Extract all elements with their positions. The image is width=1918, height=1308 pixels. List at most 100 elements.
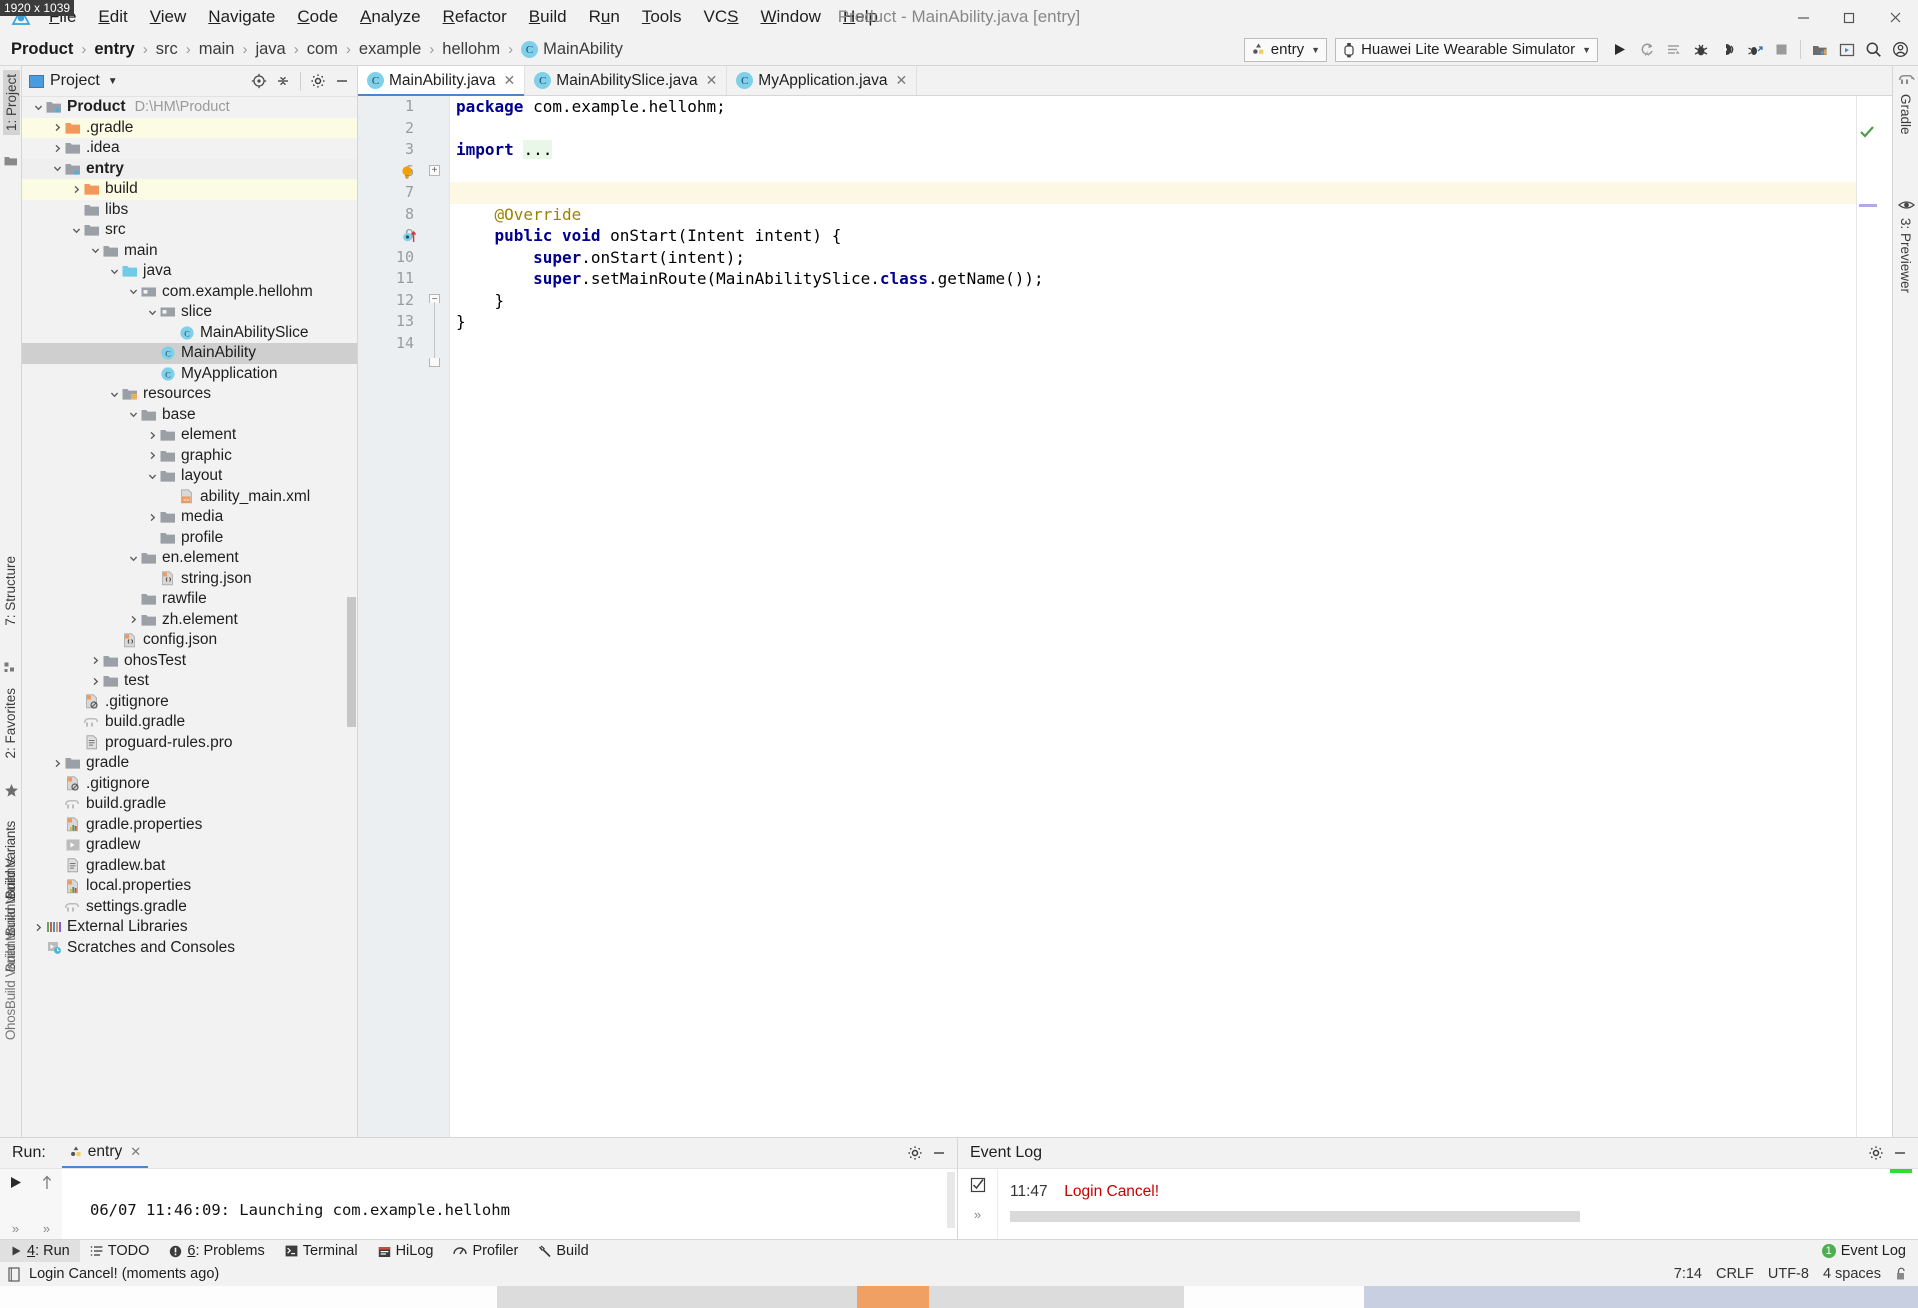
breadcrumb-item-hellohm[interactable]: hellohm bbox=[439, 40, 503, 59]
tree-node--idea[interactable]: .idea bbox=[22, 138, 357, 159]
tree-node-java[interactable]: java bbox=[22, 261, 357, 282]
chevron-right-icon[interactable] bbox=[51, 121, 64, 134]
tool-strip-profiler[interactable]: Profiler bbox=[443, 1240, 528, 1263]
code-line[interactable]: import ... bbox=[456, 139, 1856, 161]
run-with-coverage-icon[interactable] bbox=[1660, 36, 1687, 63]
tree-node-element[interactable]: element bbox=[22, 425, 357, 446]
chevron-down-icon[interactable] bbox=[127, 408, 140, 421]
stripe-mark-usage[interactable] bbox=[1859, 204, 1877, 207]
code-line[interactable]: super.setMainRoute(MainAbilitySlice.clas… bbox=[456, 268, 1856, 290]
editor-tab-mainability-java[interactable]: C MainAbility.java ✕ bbox=[358, 66, 526, 96]
status-message-group[interactable]: Login Cancel! (moments ago) bbox=[7, 1266, 219, 1282]
breadcrumb-item-main[interactable]: main bbox=[196, 40, 238, 59]
tool-strip-6-problems[interactable]: 6: Problems bbox=[159, 1240, 274, 1263]
chevron-right-icon[interactable] bbox=[146, 429, 159, 442]
tree-node-gradlew-bat[interactable]: gradlew.bat bbox=[22, 856, 357, 877]
caret-position[interactable]: 7:14 bbox=[1674, 1266, 1702, 1282]
tree-node-config-json[interactable]: config.json bbox=[22, 630, 357, 651]
tree-node-resources[interactable]: resources bbox=[22, 384, 357, 405]
tree-node-base[interactable]: base bbox=[22, 405, 357, 426]
tree-node-layout[interactable]: layout bbox=[22, 466, 357, 487]
tree-node-product[interactable]: Product D:\HM\Product bbox=[22, 97, 357, 118]
tree-node-proguard-rules-pro[interactable]: proguard-rules.pro bbox=[22, 733, 357, 754]
device-selector[interactable]: Huawei Lite Wearable Simulator ▼ bbox=[1335, 37, 1598, 62]
line-number[interactable]: 12 bbox=[358, 290, 422, 312]
tool-strip-4-run[interactable]: 4: Run bbox=[0, 1239, 80, 1263]
editor-tab-mainabilityslice-java[interactable]: C MainAbilitySlice.java ✕ bbox=[525, 66, 728, 95]
code-line[interactable] bbox=[456, 118, 1856, 140]
menu-item-vcs[interactable]: VCS bbox=[693, 4, 750, 30]
strip-item-ohosbuild-variants[interactable]: OhosBuild Variants bbox=[3, 931, 18, 1040]
tree-node-media[interactable]: media bbox=[22, 507, 357, 528]
account-icon[interactable] bbox=[1887, 36, 1914, 63]
line-separator[interactable]: CRLF bbox=[1716, 1266, 1754, 1282]
strip-item-structure[interactable]: 7: Structure bbox=[3, 556, 18, 626]
tree-node-gradle-properties[interactable]: gradle.properties bbox=[22, 815, 357, 836]
tree-node-gradlew[interactable]: gradlew bbox=[22, 835, 357, 856]
fold-end-marker-icon[interactable] bbox=[429, 358, 440, 367]
tree-node-src[interactable]: src bbox=[22, 220, 357, 241]
tree-node-string-json[interactable]: string.json bbox=[22, 569, 357, 590]
code-content[interactable]: package com.example.hellohm; import ... … bbox=[450, 96, 1856, 1137]
event-log-strip-button[interactable]: 1 Event Log bbox=[1814, 1243, 1914, 1259]
hide-panel-icon[interactable] bbox=[927, 1141, 951, 1165]
tree-node-ability-main-xml[interactable]: <> ability_main.xml bbox=[22, 487, 357, 508]
line-number[interactable]: 7 bbox=[358, 182, 422, 204]
chevron-down-icon[interactable] bbox=[89, 244, 102, 257]
tree-node-build[interactable]: build bbox=[22, 179, 357, 200]
code-line[interactable] bbox=[456, 333, 1856, 355]
collapse-all-icon[interactable] bbox=[271, 69, 295, 93]
tree-node-build-gradle[interactable]: build.gradle bbox=[22, 712, 357, 733]
settings-gear-icon[interactable] bbox=[306, 69, 330, 93]
profile-icon[interactable] bbox=[1741, 36, 1768, 63]
mark-all-read-icon[interactable] bbox=[970, 1177, 986, 1193]
editor-error-stripe[interactable] bbox=[1856, 96, 1878, 1137]
line-number[interactable]: 14 bbox=[358, 333, 422, 355]
tree-node-slice[interactable]: slice bbox=[22, 302, 357, 323]
tree-node-local-properties[interactable]: local.properties bbox=[22, 876, 357, 897]
tree-node--gradle[interactable]: .gradle bbox=[22, 117, 357, 138]
chevron-down-icon[interactable] bbox=[146, 306, 159, 319]
close-icon[interactable]: ✕ bbox=[504, 72, 516, 89]
code-line[interactable]: public void onStart(Intent intent) { bbox=[456, 225, 1856, 247]
chevron-down-icon[interactable] bbox=[108, 388, 121, 401]
line-number[interactable]: 10 bbox=[358, 247, 422, 269]
editor-tab-myapplication-java[interactable]: C MyApplication.java ✕ bbox=[727, 66, 918, 95]
stop-icon[interactable] bbox=[1768, 36, 1795, 63]
code-line[interactable]: } bbox=[456, 290, 1856, 312]
close-icon[interactable]: ✕ bbox=[130, 1144, 141, 1160]
settings-gear-icon[interactable] bbox=[1864, 1141, 1888, 1165]
tree-node-scratches-and-consoles[interactable]: Scratches and Consoles bbox=[22, 938, 357, 959]
tree-node--gitignore[interactable]: .gitignore bbox=[22, 692, 357, 713]
code-line[interactable]: package com.example.hellohm; bbox=[456, 96, 1856, 118]
tree-node-rawfile[interactable]: rawfile bbox=[22, 589, 357, 610]
chevron-right-icon[interactable] bbox=[89, 675, 102, 688]
tree-node-profile[interactable]: profile bbox=[22, 528, 357, 549]
maximize-button[interactable] bbox=[1826, 0, 1872, 34]
project-structure-icon[interactable] bbox=[1806, 36, 1833, 63]
run-output-scrollbar[interactable] bbox=[947, 1172, 955, 1228]
eye-icon[interactable] bbox=[1898, 199, 1915, 211]
menu-item-edit[interactable]: Edit bbox=[87, 4, 138, 30]
code-line[interactable] bbox=[456, 161, 1856, 183]
fold-expand-import-icon[interactable]: + bbox=[429, 165, 440, 176]
chevron-right-icon[interactable] bbox=[89, 654, 102, 667]
breadcrumb-item-mainability[interactable]: C MainAbility bbox=[518, 40, 626, 59]
tree-node-libs[interactable]: libs bbox=[22, 200, 357, 221]
editor-fold-gutter[interactable]: + − bbox=[422, 96, 450, 1137]
tree-node-com-example-hellohm[interactable]: com.example.hellohm bbox=[22, 282, 357, 303]
settings-gear-icon[interactable] bbox=[903, 1141, 927, 1165]
gradle-elephant-icon[interactable] bbox=[1898, 72, 1915, 87]
minimize-button[interactable] bbox=[1780, 0, 1826, 34]
line-number[interactable]: 1 bbox=[358, 96, 422, 118]
chevron-down-icon[interactable] bbox=[127, 285, 140, 298]
menu-item-window[interactable]: Window bbox=[749, 4, 831, 30]
chevron-down-icon[interactable] bbox=[127, 552, 140, 565]
code-line[interactable]: super.onStart(intent); bbox=[456, 247, 1856, 269]
line-number[interactable]: 3 bbox=[358, 139, 422, 161]
menu-item-analyze[interactable]: Analyze bbox=[349, 4, 431, 30]
tree-node-myapplication[interactable]: C MyApplication bbox=[22, 364, 357, 385]
chevron-down-icon[interactable] bbox=[146, 470, 159, 483]
editor-area[interactable]: 12367891011121314 + − package com.exampl… bbox=[358, 96, 1892, 1137]
expand-more-icon[interactable]: » bbox=[12, 1221, 19, 1236]
